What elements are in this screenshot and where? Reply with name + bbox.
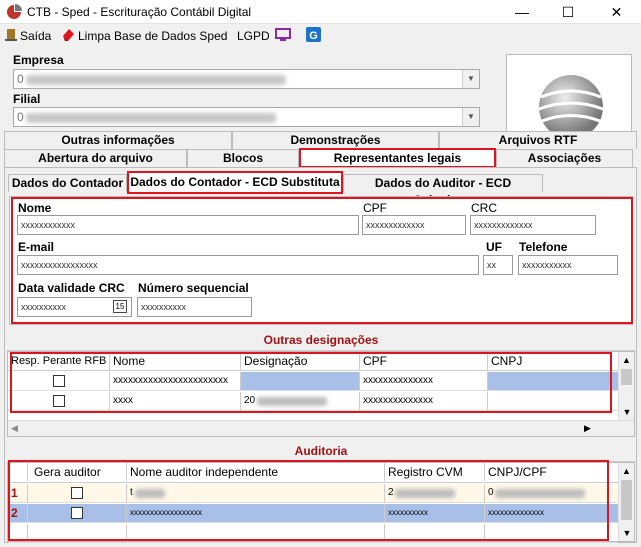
tab-arquivos-rtf[interactable]: Arquivos RTF <box>439 131 637 149</box>
filial-redacted <box>26 113 276 123</box>
outras-vertical-scrollbar[interactable]: ▲ ▼ <box>618 352 634 420</box>
scroll-up-icon[interactable]: ▲ <box>619 352 634 368</box>
subtab-dados-contador[interactable]: Dados do Contador <box>8 174 127 192</box>
numero-sequencial-label: Número sequencial <box>138 281 249 295</box>
filial-label: Filial <box>13 92 41 106</box>
calendar-icon[interactable]: 15 <box>113 300 127 313</box>
empresa-value: 0 <box>17 72 24 86</box>
numero-sequencial-input[interactable]: xxxxxxxxxx <box>137 297 252 317</box>
data-validade-crc-label: Data validade CRC <box>18 281 125 295</box>
minimize-button[interactable]: — <box>499 0 545 24</box>
tab-representantes-legais[interactable]: Representantes legais <box>299 148 496 168</box>
window-title: CTB - Sped - Escrituração Contábil Digit… <box>27 5 252 19</box>
scroll-down-icon[interactable]: ▼ <box>619 525 635 541</box>
close-button[interactable]: ✕ <box>592 0 641 24</box>
tab-blocos[interactable]: Blocos <box>187 149 299 167</box>
cpf-input[interactable]: xxxxxxxxxxxxx <box>362 215 466 235</box>
menu-exit[interactable]: Saída <box>20 29 51 43</box>
scroll-up-icon[interactable]: ▲ <box>619 463 634 479</box>
auditoria-header: Auditoria <box>7 442 635 462</box>
eraser-icon <box>63 29 74 41</box>
email-input[interactable]: xxxxxxxxxxxxxxxxx <box>17 255 479 275</box>
maximize-button[interactable]: ☐ <box>545 0 591 24</box>
auditoria-highlight <box>8 460 609 541</box>
outras-designacoes-header: Outras designações <box>7 331 635 351</box>
chevron-down-icon[interactable]: ▼ <box>462 108 479 126</box>
tab-demonstracoes[interactable]: Demonstrações <box>232 131 439 149</box>
tab-abertura-arquivo[interactable]: Abertura do arquivo <box>4 149 187 167</box>
svg-text:G: G <box>309 30 318 42</box>
scroll-left-icon[interactable]: ◀ <box>11 423 18 434</box>
filial-select[interactable]: 0 ▼ <box>13 107 480 127</box>
exit-icon <box>5 29 17 41</box>
app-icon <box>7 4 22 19</box>
outras-highlight <box>10 352 612 413</box>
telefone-input[interactable]: xxxxxxxxxxx <box>518 255 618 275</box>
g-app-icon[interactable]: G <box>306 27 321 42</box>
scroll-thumb[interactable] <box>621 480 632 520</box>
title-bar: CTB - Sped - Escrituração Contábil Digit… <box>0 0 641 24</box>
uf-input[interactable]: xx <box>483 255 513 275</box>
crc-input[interactable]: xxxxxxxxxxxxx <box>470 215 596 235</box>
nome-input[interactable]: xxxxxxxxxxxx <box>17 215 359 235</box>
filial-value: 0 <box>17 110 24 124</box>
monitor-icon[interactable] <box>275 28 291 42</box>
crc-label: CRC <box>471 201 497 215</box>
chevron-down-icon[interactable]: ▼ <box>462 70 479 88</box>
tab-outras-informacoes[interactable]: Outras informações <box>4 131 232 149</box>
email-label: E-mail <box>18 240 55 254</box>
empresa-label: Empresa <box>13 53 64 67</box>
scroll-right-icon[interactable]: ▶ <box>584 423 591 434</box>
data-validade-crc-value: xxxxxxxxxx <box>21 302 66 312</box>
telefone-label: Telefone <box>519 240 568 254</box>
nome-label: Nome <box>18 201 52 215</box>
subtab-dados-contador-ecd[interactable]: Dados do Contador - ECD Substituta <box>127 171 343 194</box>
cpf-label: CPF <box>363 201 387 215</box>
menu-lgpd[interactable]: LGPD <box>237 29 270 43</box>
empresa-select[interactable]: 0 ▼ <box>13 69 480 89</box>
uf-label: UF <box>486 240 502 254</box>
tab-associacoes[interactable]: Associações <box>496 149 633 167</box>
menu-clean-db[interactable]: Limpa Base de Dados Sped <box>78 29 227 43</box>
outras-horizontal-scrollbar[interactable]: ◀ ▶ <box>8 420 634 436</box>
auditoria-vertical-scrollbar[interactable]: ▲ ▼ <box>618 463 634 541</box>
subtab-dados-auditor-ecd[interactable]: Dados do Auditor - ECD Substituta <box>343 174 543 207</box>
scroll-down-icon[interactable]: ▼ <box>619 404 635 420</box>
scroll-thumb[interactable] <box>621 369 632 385</box>
empresa-redacted <box>26 75 286 85</box>
